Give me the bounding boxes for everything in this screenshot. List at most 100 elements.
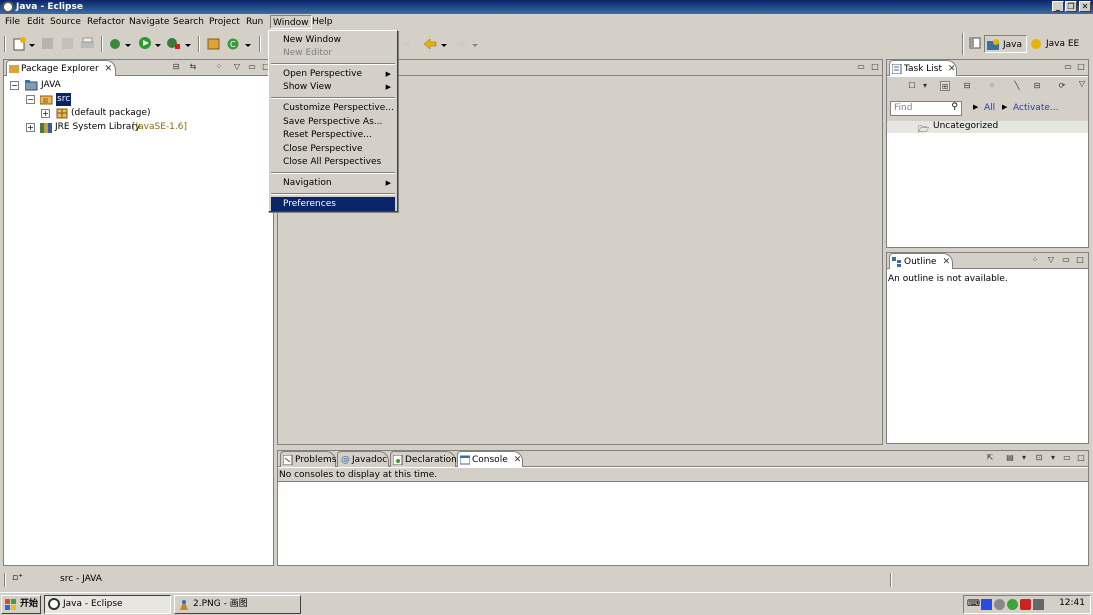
menu-search[interactable]: Search xyxy=(171,15,206,29)
view-menu-icon[interactable]: ▽ xyxy=(232,62,242,72)
minimize-view-icon[interactable]: ▭ xyxy=(247,62,257,72)
display-icon[interactable] xyxy=(1033,599,1044,610)
new-task-dropdown-icon[interactable]: ▾ xyxy=(920,81,930,91)
menu-project[interactable]: Project xyxy=(207,15,242,29)
back-dropdown-icon[interactable] xyxy=(440,36,448,51)
close-icon[interactable]: ✕ xyxy=(514,455,522,465)
maximize-view-icon[interactable]: □ xyxy=(1076,62,1086,72)
menu-run[interactable]: Run xyxy=(244,15,265,29)
menu-item-preferences[interactable]: Preferences xyxy=(271,197,395,211)
close-button[interactable]: ✕ xyxy=(1079,1,1091,12)
minimize-button[interactable]: _ xyxy=(1052,1,1064,12)
task-category-row[interactable]: 🗁 Uncategorized xyxy=(887,121,1088,135)
collapse-all-icon[interactable]: ⊟ xyxy=(1032,81,1042,91)
debug-icon[interactable] xyxy=(108,36,123,51)
categorized-icon[interactable]: ⊞ xyxy=(940,81,950,91)
menu-item-show-view[interactable]: Show View ▶ xyxy=(271,80,395,94)
minimize-view-icon[interactable]: ▭ xyxy=(856,62,866,72)
menu-file[interactable]: File xyxy=(3,15,22,29)
menu-item-reset-perspective[interactable]: Reset Perspective... xyxy=(271,128,395,142)
view-toolbar-icon[interactable]: ⁘ xyxy=(214,62,224,72)
tab-javadoc[interactable]: @ Javadoc xyxy=(337,451,389,467)
maximize-view-icon[interactable]: □ xyxy=(1076,453,1086,463)
tab-package-explorer[interactable]: Package Explorer ✕ xyxy=(6,60,116,76)
open-perspective-icon[interactable] xyxy=(968,36,983,51)
close-icon[interactable]: ✕ xyxy=(105,64,113,74)
shield-icon[interactable] xyxy=(994,599,1005,610)
expand-icon[interactable]: + xyxy=(41,109,50,118)
new-java-package-icon[interactable] xyxy=(206,36,221,51)
debug-dropdown-icon[interactable] xyxy=(124,36,132,51)
run-icon[interactable] xyxy=(138,36,153,51)
view-toolbar-icon[interactable]: ⁘ xyxy=(1030,255,1040,265)
expand-icon[interactable]: + xyxy=(26,123,35,132)
save-icon[interactable] xyxy=(40,36,55,51)
view-menu-icon[interactable]: ▽ xyxy=(1046,255,1056,265)
menu-item-close-perspective[interactable]: Close Perspective xyxy=(271,142,395,156)
restore-button[interactable]: ❐ xyxy=(1065,1,1077,12)
close-icon[interactable]: ✕ xyxy=(948,64,956,74)
open-console-dropdown-icon[interactable]: ▾ xyxy=(1048,453,1058,463)
perspective-java-ee[interactable]: Java EE xyxy=(1028,35,1079,53)
tab-task-list[interactable]: Task List ✕ xyxy=(889,60,957,76)
new-class-dropdown-icon[interactable] xyxy=(244,36,252,51)
maximize-view-icon[interactable]: □ xyxy=(870,62,880,72)
last-edit-icon[interactable] xyxy=(402,36,417,51)
menu-item-navigation[interactable]: Navigation ▶ xyxy=(271,176,395,190)
hide-completed-icon[interactable]: ╲ xyxy=(1012,81,1022,91)
menu-help[interactable]: Help xyxy=(310,15,335,29)
minimize-view-icon[interactable]: ▭ xyxy=(1063,62,1073,72)
search-icon[interactable]: ⚲ xyxy=(951,102,958,112)
minimize-view-icon[interactable]: ▭ xyxy=(1062,453,1072,463)
menu-item-new-window[interactable]: New Window xyxy=(271,33,395,47)
all-link[interactable]: All xyxy=(984,103,995,113)
find-input[interactable]: Find ⚲ xyxy=(890,101,962,116)
collapse-icon[interactable]: − xyxy=(10,81,19,90)
security-icon[interactable] xyxy=(1020,599,1031,610)
antivirus-icon[interactable] xyxy=(1007,599,1018,610)
new-dropdown-icon[interactable] xyxy=(28,36,36,51)
run-dropdown-icon[interactable] xyxy=(154,36,162,51)
activate-link[interactable]: Activate... xyxy=(1013,103,1058,113)
print-icon[interactable] xyxy=(80,36,95,51)
menu-source[interactable]: Source xyxy=(48,15,83,29)
external-tools-dropdown-icon[interactable] xyxy=(184,36,192,51)
display-console-dropdown-icon[interactable]: ▾ xyxy=(1019,453,1029,463)
menu-item-close-all-perspectives[interactable]: Close All Perspectives xyxy=(271,155,395,169)
menu-navigate[interactable]: Navigate xyxy=(127,15,171,29)
menu-window[interactable]: Window xyxy=(270,15,312,29)
pin-console-icon[interactable]: ⇱ xyxy=(985,453,995,463)
perspective-java[interactable]: Java xyxy=(984,35,1028,53)
network-icon[interactable] xyxy=(981,599,992,610)
back-icon[interactable] xyxy=(422,36,437,51)
view-menu-icon[interactable]: ▽ xyxy=(1077,79,1087,89)
forward-icon[interactable] xyxy=(453,36,468,51)
menu-item-save-perspective-as[interactable]: Save Perspective As... xyxy=(271,115,395,129)
save-all-icon[interactable] xyxy=(60,36,75,51)
scheduled-icon[interactable]: ⊟ xyxy=(962,81,972,91)
menu-edit[interactable]: Edit xyxy=(25,15,46,29)
taskbar-paint[interactable]: 2.PNG - 画图 xyxy=(174,595,301,614)
taskbar-eclipse[interactable]: Java - Eclipse xyxy=(44,595,171,614)
focus-icon[interactable]: ⁘ xyxy=(987,81,997,91)
new-icon[interactable] xyxy=(12,36,27,51)
fast-view-icon[interactable]: ▫⁺ xyxy=(12,573,23,583)
minimize-view-icon[interactable]: ▭ xyxy=(1061,255,1071,265)
tab-declaration[interactable]: Declaration xyxy=(390,451,457,467)
collapse-all-icon[interactable]: ⊟ xyxy=(171,62,181,72)
menu-refactor[interactable]: Refactor xyxy=(85,15,127,29)
external-tools-icon[interactable] xyxy=(166,36,181,51)
menu-item-open-perspective[interactable]: Open Perspective ▶ xyxy=(271,67,395,81)
tab-outline[interactable]: Outline ✕ xyxy=(889,253,953,269)
start-button[interactable]: 开始 xyxy=(1,595,41,614)
maximize-view-icon[interactable]: □ xyxy=(1075,255,1085,265)
new-task-icon[interactable]: ☐ xyxy=(907,81,917,91)
menu-item-customize-perspective[interactable]: Customize Perspective... xyxy=(271,101,395,115)
tab-problems[interactable]: Problems xyxy=(280,451,336,467)
collapse-icon[interactable]: − xyxy=(26,95,35,104)
close-icon[interactable]: ✕ xyxy=(943,257,951,267)
synchronize-icon[interactable]: ⟳ xyxy=(1057,81,1067,91)
keyboard-icon[interactable]: ⌨ xyxy=(967,599,980,610)
open-console-icon[interactable]: ⊡ xyxy=(1034,453,1044,463)
tab-console[interactable]: Console ✕ xyxy=(457,451,523,467)
